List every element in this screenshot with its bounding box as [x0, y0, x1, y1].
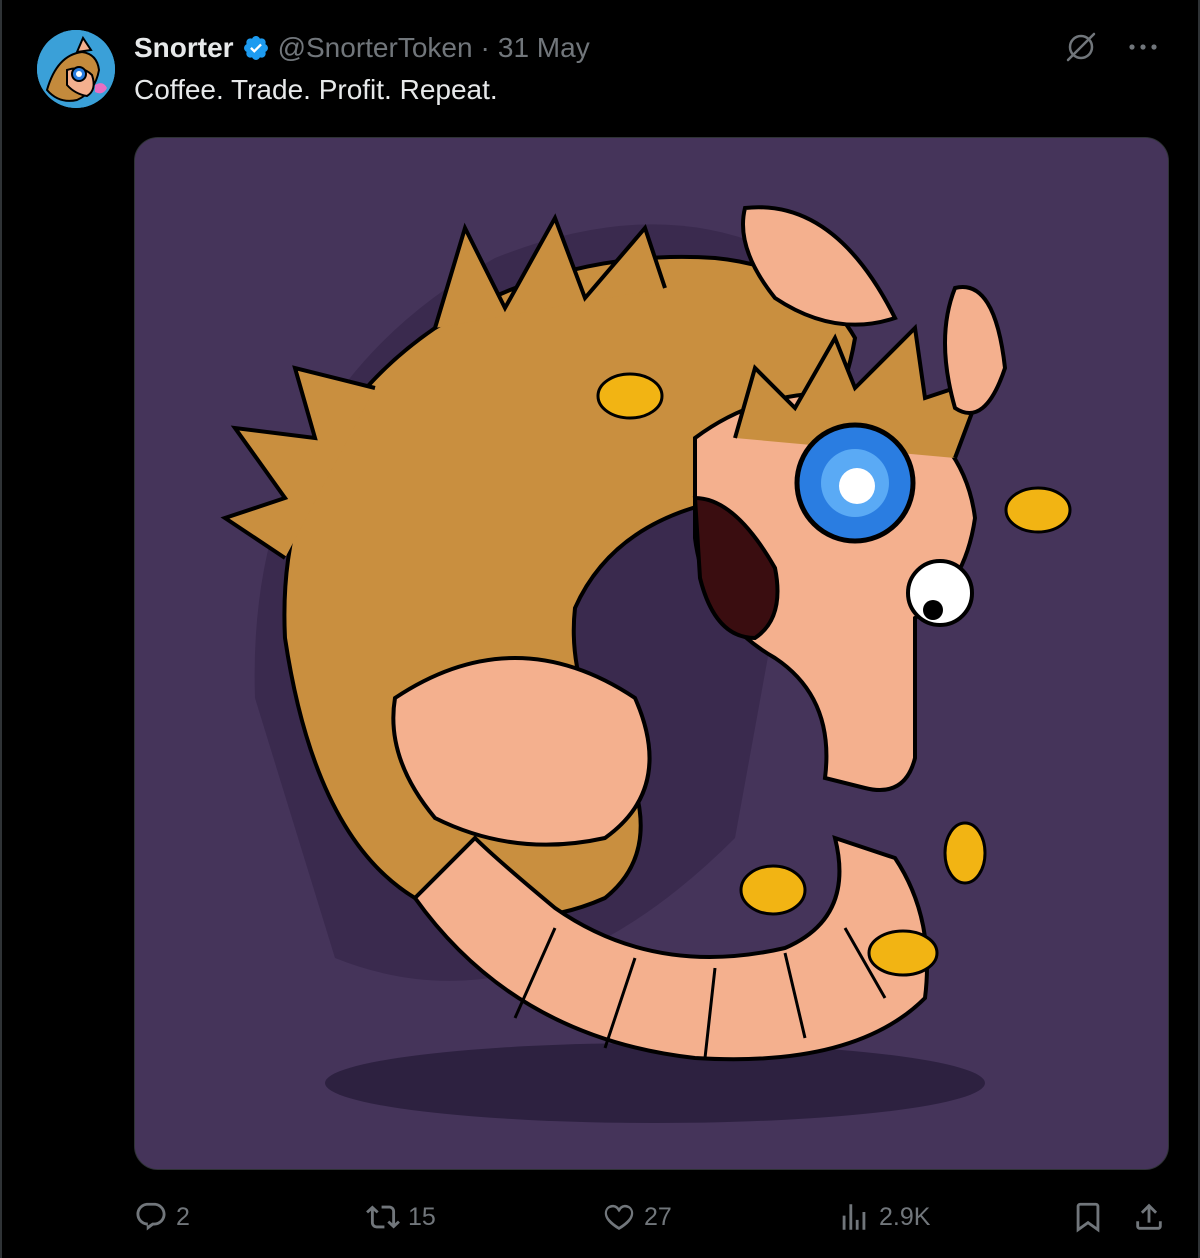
views-chart-icon: [842, 1204, 866, 1230]
reply-count: 2: [176, 1202, 190, 1231]
verified-badge-icon: [242, 34, 270, 62]
like-count: 27: [644, 1202, 672, 1231]
tweet-actions-bar: 2 15 27 2.9K: [134, 1194, 1169, 1240]
snorter-avatar-image: [37, 30, 115, 108]
repost-count: 15: [408, 1202, 436, 1231]
heart-icon: [604, 1204, 634, 1231]
separator-dot: ·: [480, 32, 490, 63]
tweet-date[interactable]: 31 May: [498, 32, 590, 64]
author-handle[interactable]: @SnorterToken: [278, 32, 473, 64]
reply-button[interactable]: 2: [134, 1194, 190, 1240]
bookmark-icon: [1076, 1202, 1100, 1233]
tweet-media-image[interactable]: [134, 137, 1169, 1170]
grok-icon[interactable]: [1064, 30, 1098, 64]
views-button[interactable]: 2.9K: [837, 1194, 930, 1240]
snorter-illustration: [135, 138, 1168, 1169]
share-icon: [1136, 1203, 1162, 1230]
tweet-top-actions: [1064, 30, 1160, 64]
more-icon[interactable]: [1126, 30, 1160, 64]
bookmark-button[interactable]: [1071, 1194, 1105, 1240]
tweet-container[interactable]: Snorter @SnorterToken · 31 May Coffee. T…: [0, 0, 1200, 1258]
like-button[interactable]: 27: [602, 1194, 672, 1240]
author-name[interactable]: Snorter: [134, 32, 234, 64]
tweet-header: Snorter @SnorterToken · 31 May: [134, 30, 590, 66]
share-button[interactable]: [1132, 1194, 1166, 1240]
repost-icon: [366, 1205, 400, 1229]
avatar[interactable]: [37, 30, 115, 108]
reply-icon: [136, 1202, 166, 1231]
repost-button[interactable]: 15: [366, 1194, 436, 1240]
tweet-text: Coffee. Trade. Profit. Repeat.: [134, 74, 498, 105]
views-count: 2.9K: [879, 1202, 931, 1231]
